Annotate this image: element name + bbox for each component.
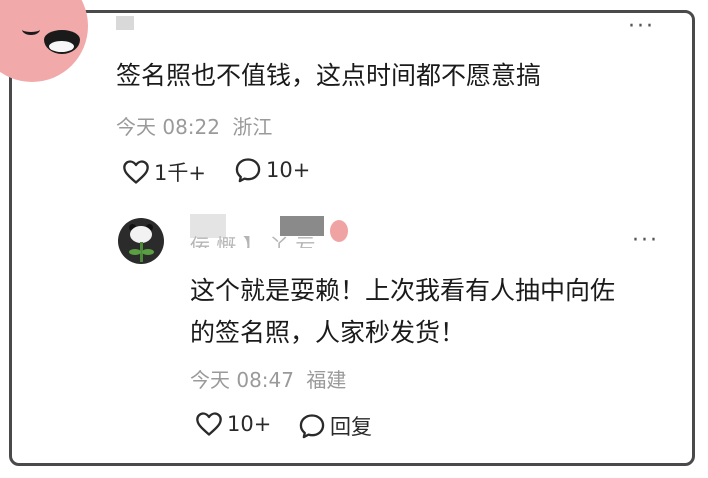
reply-text-line2: 的签名照，人家秒发货！ [190, 318, 466, 347]
comment-text: 签名照也不值钱，这点时间都不愿意搞 [116, 61, 542, 90]
comment-time: 今天 08:22 [116, 115, 220, 139]
reply-like-button[interactable]: 10+ [195, 411, 271, 437]
reply-username: 佞 慨 】 丫 亏 [190, 214, 358, 248]
like-count: 1千+ [154, 161, 206, 185]
comment-bubble-icon [299, 414, 325, 439]
reply-label: 回复 [330, 415, 372, 439]
reply-like-count: 10+ [227, 412, 272, 436]
blurred-username [116, 16, 134, 30]
more-dots-icon[interactable]: ··· [632, 230, 659, 252]
reply-count-button[interactable]: 10+ [234, 157, 310, 183]
comment-bubble-icon [235, 158, 261, 183]
reply-avatar[interactable] [118, 218, 164, 264]
comment-location: 浙江 [232, 115, 273, 139]
heart-icon [123, 160, 149, 184]
reply-username-text: 佞 慨 】 丫 亏 [190, 234, 316, 248]
reply-meta: 今天 08:47 福建 [190, 364, 346, 393]
more-dots-icon[interactable]: ··· [628, 16, 655, 38]
comment-meta: 今天 08:22 浙江 [116, 111, 272, 140]
like-button[interactable]: 1千+ [122, 157, 206, 187]
reply-text-line1: 这个就是耍赖！上次我看有人抽中向佐 [190, 276, 616, 305]
commenter-avatar[interactable] [0, 0, 92, 88]
reply-time: 今天 08:47 [190, 368, 294, 392]
heart-icon [196, 412, 222, 436]
reply-location: 福建 [306, 368, 347, 392]
reply-button[interactable]: 回复 [298, 411, 372, 441]
reply-count: 10+ [266, 158, 311, 182]
